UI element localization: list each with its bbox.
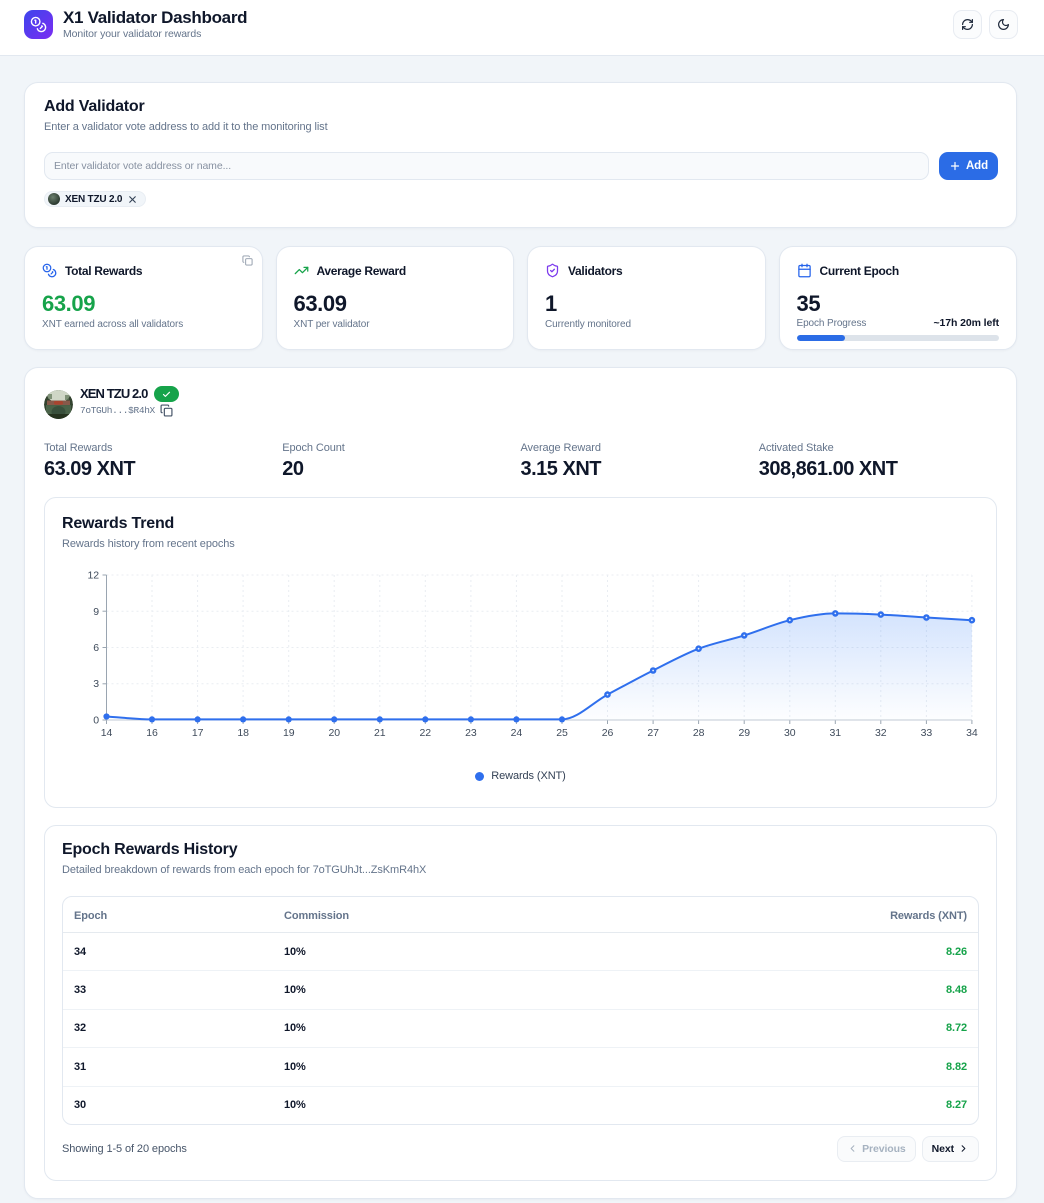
svg-text:24: 24 (511, 727, 523, 739)
svg-text:31: 31 (830, 727, 842, 739)
svg-text:25: 25 (556, 727, 568, 739)
svg-text:32: 32 (875, 727, 887, 739)
svg-text:12: 12 (88, 570, 100, 582)
svg-text:3: 3 (93, 678, 99, 690)
svg-text:22: 22 (420, 727, 432, 739)
svg-text:9: 9 (93, 606, 99, 618)
svg-text:16: 16 (146, 727, 158, 739)
svg-text:14: 14 (101, 727, 113, 739)
svg-text:17: 17 (192, 727, 204, 739)
svg-text:27: 27 (647, 727, 659, 739)
svg-text:34: 34 (966, 727, 978, 739)
svg-text:19: 19 (283, 727, 295, 739)
svg-text:20: 20 (328, 727, 340, 739)
svg-text:26: 26 (602, 727, 614, 739)
svg-text:23: 23 (465, 727, 477, 739)
svg-text:21: 21 (374, 727, 386, 739)
svg-text:6: 6 (93, 642, 99, 654)
svg-text:28: 28 (693, 727, 705, 739)
svg-text:30: 30 (784, 727, 796, 739)
svg-text:0: 0 (93, 715, 99, 727)
svg-text:18: 18 (237, 727, 249, 739)
svg-text:29: 29 (738, 727, 750, 739)
svg-text:33: 33 (921, 727, 933, 739)
